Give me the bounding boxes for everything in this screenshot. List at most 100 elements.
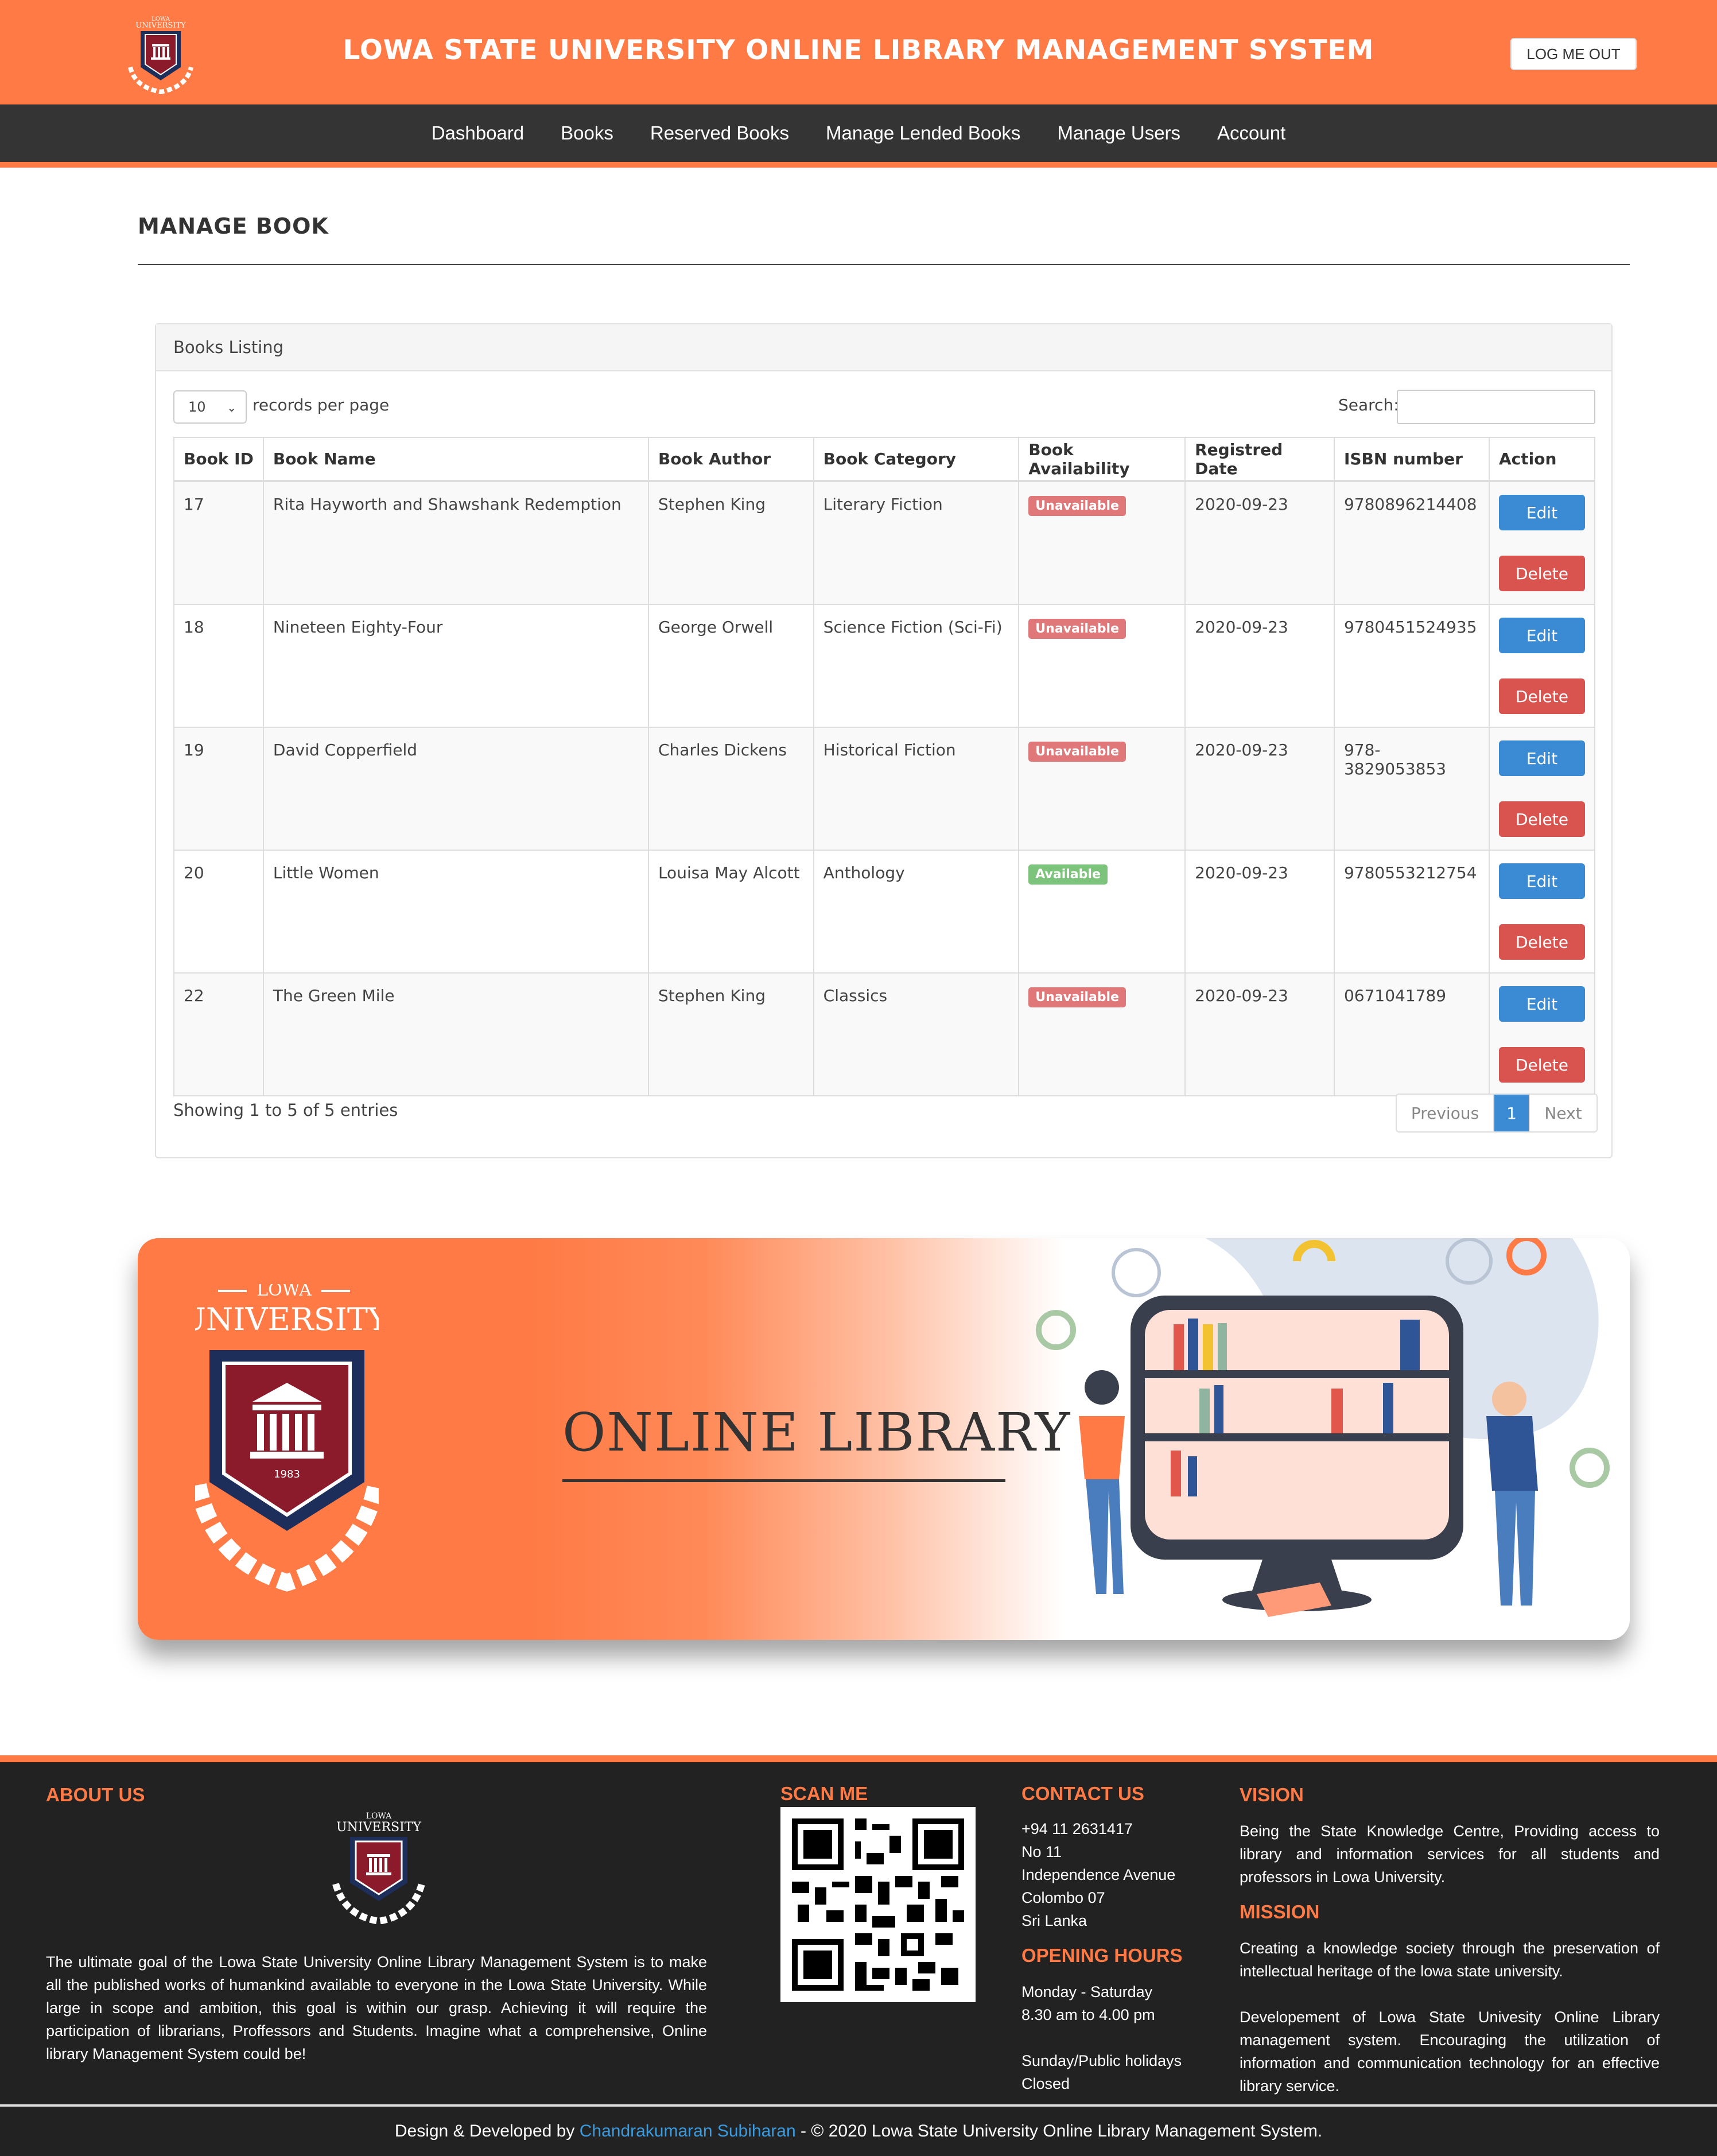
contact-address-line: No 11 bbox=[1021, 1843, 1062, 1860]
col-book-id[interactable]: Book ID bbox=[173, 437, 264, 482]
col-book-category[interactable]: Book Category bbox=[813, 437, 1020, 482]
cell-action: Edit Delete bbox=[1488, 727, 1596, 851]
nav-account[interactable]: Account bbox=[1217, 122, 1285, 144]
title-divider bbox=[138, 264, 1630, 265]
records-per-page-select[interactable]: 10 ⌄ bbox=[173, 390, 247, 424]
scan-me-heading: SCAN ME bbox=[780, 1783, 868, 1804]
nav-dashboard[interactable]: Dashboard bbox=[432, 122, 524, 144]
footer: ABOUT US LOWA UNIVERSITY The ultimate go… bbox=[0, 1762, 1717, 2104]
cell-registred-date: 2020-09-23 bbox=[1184, 972, 1335, 1096]
nav-reserved-books[interactable]: Reserved Books bbox=[650, 122, 789, 144]
col-action: Action bbox=[1488, 437, 1596, 482]
about-us-text: The ultimate goal of the Lowa State Univ… bbox=[46, 1953, 707, 2062]
table-row: 18 Nineteen Eighty-Four George Orwell Sc… bbox=[173, 604, 1596, 728]
credit-prefix: Design & Developed by bbox=[394, 2122, 575, 2141]
cell-book-id: 22 bbox=[173, 972, 264, 1096]
main-nav: Dashboard Books Reserved Books Manage Le… bbox=[0, 104, 1717, 162]
cell-book-name: Rita Hayworth and Shawshank Redemption bbox=[262, 480, 649, 605]
copyright-bar: Design & Developed by Chandrakumaran Sub… bbox=[0, 2104, 1717, 2156]
col-registred-date[interactable]: Registred Date bbox=[1184, 437, 1335, 482]
cell-book-author: Stephen King bbox=[647, 480, 814, 605]
delete-button[interactable]: Delete bbox=[1498, 678, 1585, 714]
hours-line: Monday - Saturday bbox=[1021, 1983, 1153, 2000]
university-crest-logo: LOWA UNIVERSITY 1983 bbox=[195, 1284, 379, 1592]
edit-button[interactable]: Edit bbox=[1498, 863, 1585, 899]
edit-button[interactable]: Edit bbox=[1498, 618, 1585, 653]
cell-book-id: 19 bbox=[173, 727, 264, 851]
cell-availability: Unavailable bbox=[1018, 727, 1186, 851]
cell-book-author: Louisa May Alcott bbox=[647, 850, 814, 974]
page-title: MANAGE BOOK bbox=[138, 214, 329, 239]
edit-button[interactable]: Edit bbox=[1498, 740, 1585, 776]
next-page-button[interactable]: Next bbox=[1529, 1095, 1596, 1131]
qr-code-image[interactable] bbox=[780, 1807, 976, 2002]
cell-registred-date: 2020-09-23 bbox=[1184, 850, 1335, 974]
chevron-down-icon: ⌄ bbox=[227, 401, 236, 414]
cell-book-name: The Green Mile bbox=[262, 972, 649, 1096]
col-book-availability[interactable]: Book Availability bbox=[1018, 437, 1186, 482]
cell-isbn: 9780451524935 bbox=[1333, 604, 1490, 728]
hours-line: Sunday/Public holidays bbox=[1021, 2052, 1182, 2069]
cell-book-author: George Orwell bbox=[647, 604, 814, 728]
author-link[interactable]: Chandrakumaran Subiharan bbox=[580, 2122, 796, 2141]
cell-registred-date: 2020-09-23 bbox=[1184, 727, 1335, 851]
about-us-heading: ABOUT US bbox=[46, 1784, 145, 1805]
cell-isbn: 9780553212754 bbox=[1333, 850, 1490, 974]
site-title: LOWA STATE UNIVERSITY ONLINE LIBRARY MAN… bbox=[343, 34, 1374, 66]
previous-page-button[interactable]: Previous bbox=[1397, 1095, 1494, 1131]
cell-action: Edit Delete bbox=[1488, 480, 1596, 605]
online-library-banner: LOWA UNIVERSITY 1983 ONLINE LIBRARY bbox=[138, 1238, 1630, 1640]
opening-hours-heading: OPENING HOURS bbox=[1021, 1945, 1183, 1966]
cell-book-id: 17 bbox=[173, 480, 264, 605]
svg-text:LOWA: LOWA bbox=[366, 1812, 392, 1821]
edit-button[interactable]: Edit bbox=[1498, 495, 1585, 530]
cell-availability: Unavailable bbox=[1018, 480, 1186, 605]
cell-registred-date: 2020-09-23 bbox=[1184, 604, 1335, 728]
nav-manage-users[interactable]: Manage Users bbox=[1057, 122, 1180, 144]
status-badge: Unavailable bbox=[1028, 987, 1126, 1007]
logout-button[interactable]: LOG ME OUT bbox=[1510, 38, 1637, 70]
col-book-author[interactable]: Book Author bbox=[647, 437, 814, 482]
status-badge: Unavailable bbox=[1028, 619, 1126, 639]
banner-title: ONLINE LIBRARY bbox=[562, 1402, 1071, 1463]
col-book-name[interactable]: Book Name bbox=[262, 437, 649, 482]
mission-heading: MISSION bbox=[1240, 1901, 1320, 1922]
search-input[interactable] bbox=[1397, 390, 1595, 424]
pagination: Previous 1 Next bbox=[1396, 1093, 1598, 1133]
hours-line: Closed bbox=[1021, 2075, 1070, 2092]
mission-text: Developement of Lowa State Univesity Onl… bbox=[1240, 2008, 1660, 2095]
nav-manage-lended-books[interactable]: Manage Lended Books bbox=[826, 122, 1020, 144]
copyright-text: - © 2020 Lowa State University Online Li… bbox=[800, 2122, 1323, 2141]
table-row: 20 Little Women Louisa May Alcott Anthol… bbox=[173, 850, 1596, 974]
nav-accent-line bbox=[0, 162, 1717, 168]
delete-button[interactable]: Delete bbox=[1498, 1047, 1585, 1083]
records-per-page-label: records per page bbox=[252, 395, 390, 414]
vision-heading: VISION bbox=[1240, 1784, 1304, 1805]
cell-registred-date: 2020-09-23 bbox=[1184, 480, 1335, 605]
cell-book-category: Anthology bbox=[813, 850, 1020, 974]
mission-text: Creating a knowledge society through the… bbox=[1240, 1940, 1660, 1980]
contact-us-heading: CONTACT US bbox=[1021, 1783, 1144, 1804]
status-badge: Unavailable bbox=[1028, 742, 1126, 762]
footer-university-logo: LOWA UNIVERSITY bbox=[332, 1812, 425, 1924]
table-header-row: Book ID Book Name Book Author Book Categ… bbox=[173, 437, 1596, 482]
delete-button[interactable]: Delete bbox=[1498, 556, 1585, 591]
cell-book-author: Charles Dickens bbox=[647, 727, 814, 851]
svg-text:UNIVERSITY: UNIVERSITY bbox=[336, 1820, 421, 1835]
panel-heading: Books Listing bbox=[156, 324, 1611, 371]
status-badge: Available bbox=[1028, 864, 1108, 885]
delete-button[interactable]: Delete bbox=[1498, 801, 1585, 837]
page-1-button[interactable]: 1 bbox=[1494, 1095, 1529, 1131]
cell-book-name: Little Women bbox=[262, 850, 649, 974]
col-isbn-number[interactable]: ISBN number bbox=[1333, 437, 1490, 482]
cell-book-category: Classics bbox=[813, 972, 1020, 1096]
cell-book-author: Stephen King bbox=[647, 972, 814, 1096]
contact-address-line: Colombo 07 bbox=[1021, 1889, 1105, 1906]
table-info: Showing 1 to 5 of 5 entries bbox=[173, 1100, 398, 1120]
nav-books[interactable]: Books bbox=[561, 122, 613, 144]
delete-button[interactable]: Delete bbox=[1498, 924, 1585, 960]
table-row: 17 Rita Hayworth and Shawshank Redemptio… bbox=[173, 480, 1596, 605]
edit-button[interactable]: Edit bbox=[1498, 986, 1585, 1022]
contact-phone: +94 11 2631417 bbox=[1021, 1820, 1133, 1837]
cell-book-id: 20 bbox=[173, 850, 264, 974]
